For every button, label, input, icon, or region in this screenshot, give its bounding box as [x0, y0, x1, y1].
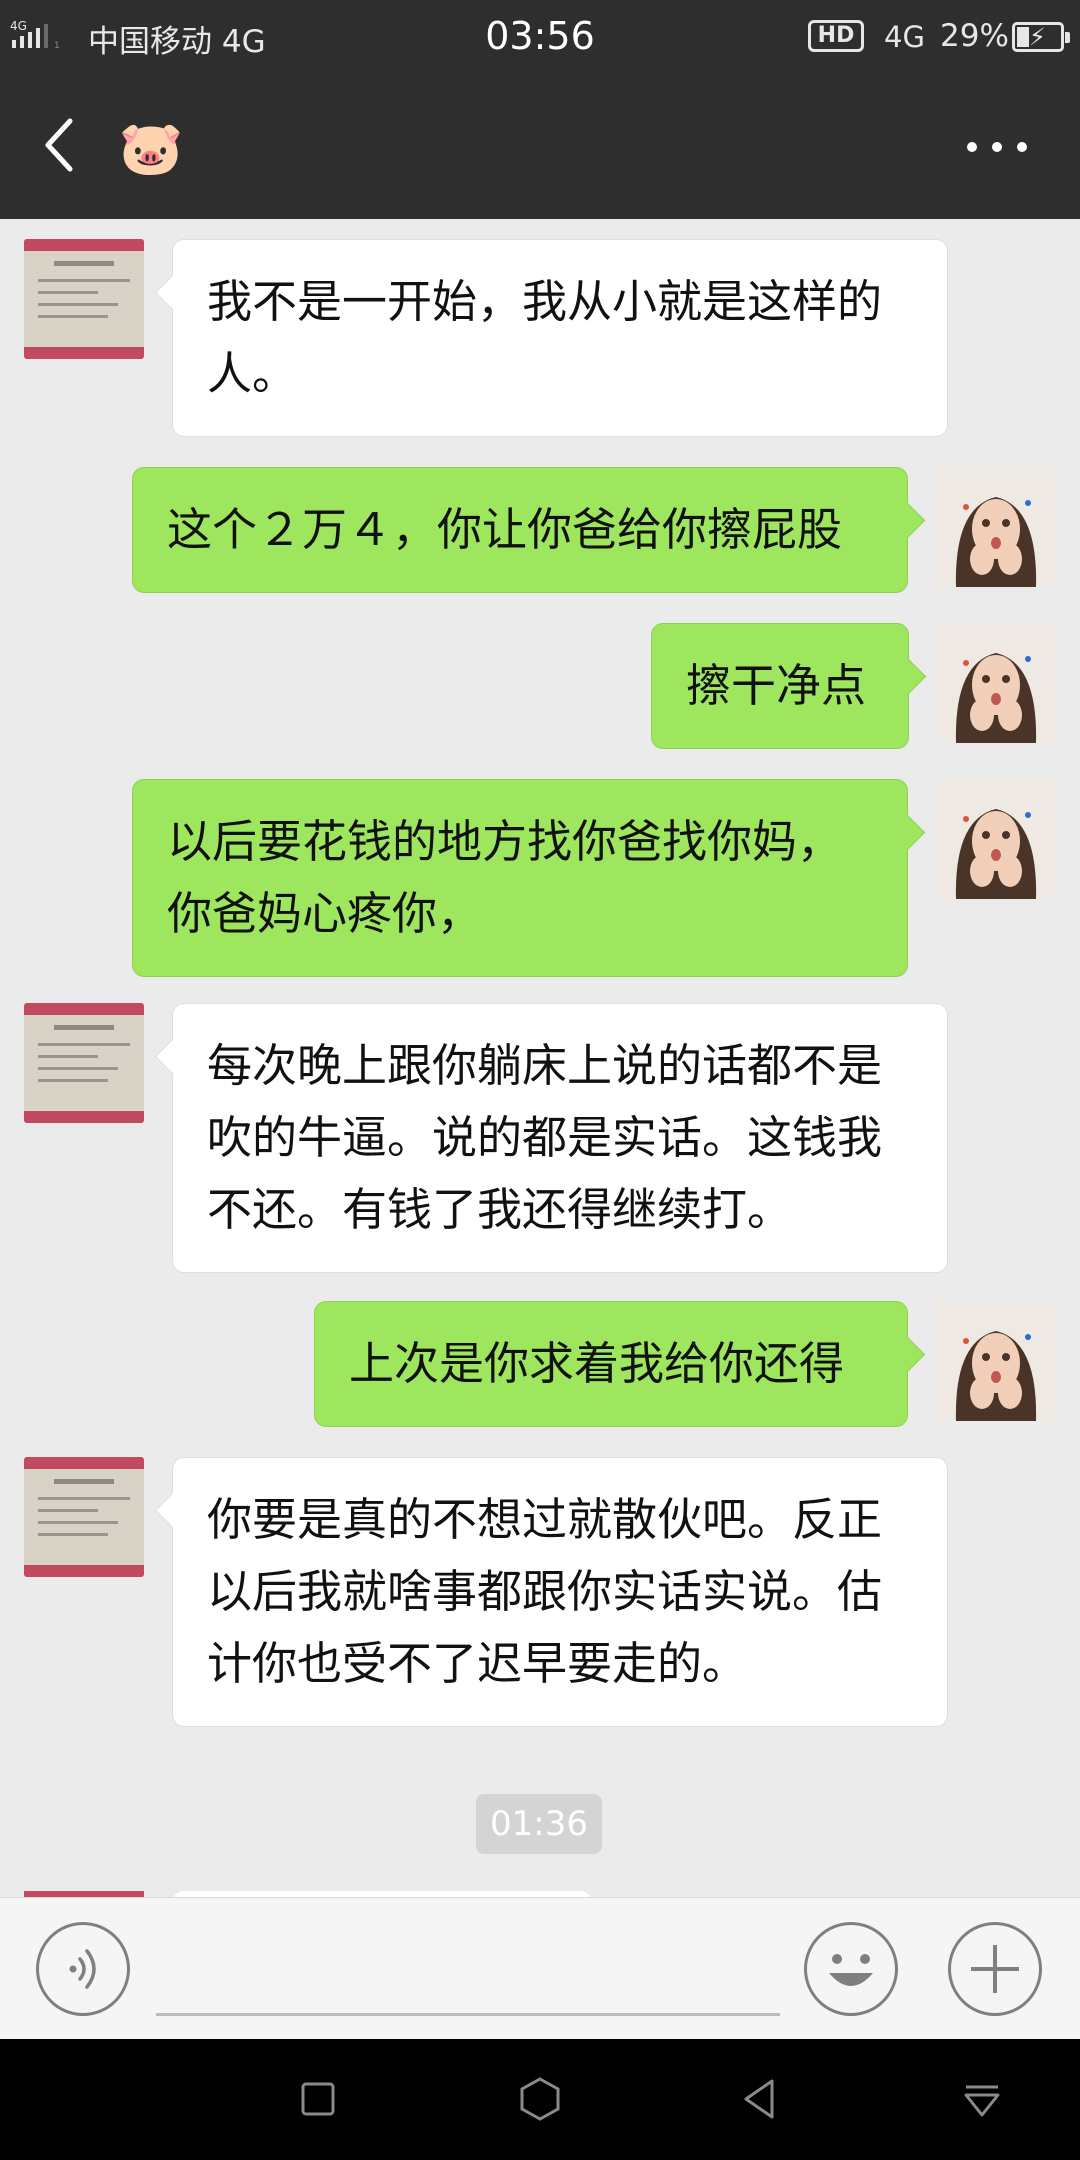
message-text: 擦干净点: [686, 659, 867, 712]
timestamp-divider: 01:36: [476, 1794, 602, 1854]
battery-icon: ⚡: [1012, 22, 1070, 52]
message-bubble-incoming[interactable]: 你要是真的不想过就散伙吧。反正以后我就啥事都跟你实话实说。估计你也受不了迟早要走…: [172, 1457, 948, 1727]
back-icon[interactable]: [730, 2069, 790, 2129]
message-bubble-outgoing[interactable]: 以后要花钱的地方找你爸找你妈，你爸妈心疼你，: [132, 779, 908, 977]
contact-avatar[interactable]: [24, 239, 144, 359]
back-arrow-icon[interactable]: [40, 115, 80, 175]
message-bubble-incoming[interactable]: 每次晚上跟你躺床上说的话都不是吹的牛逼。说的都是实话。这钱我不还。有钱了我还得继…: [172, 1003, 948, 1273]
message-input[interactable]: [156, 2013, 780, 2016]
recent-apps-icon[interactable]: [288, 2069, 348, 2129]
contact-avatar[interactable]: [24, 1457, 144, 1577]
input-bar: [0, 1897, 1080, 2039]
pull-down-icon[interactable]: [952, 2069, 1012, 2129]
hd-badge: HD: [808, 20, 864, 52]
message-bubble-outgoing[interactable]: 上次是你求着我给你还得: [314, 1301, 908, 1427]
battery-percent: 29%: [940, 18, 1009, 54]
more-options-icon[interactable]: [962, 122, 1032, 172]
voice-icon[interactable]: [36, 1922, 130, 2016]
message-text: 这个２万４，你让你爸给你擦屁股: [167, 503, 843, 556]
status-bar: 4G 1 中国移动 4G 03:56 HD 4G 29% ⚡: [0, 0, 1080, 76]
message-bubble-outgoing[interactable]: 这个２万４，你让你爸给你擦屁股: [132, 467, 908, 593]
message-bubble-outgoing[interactable]: 擦干净点: [651, 623, 909, 749]
home-icon[interactable]: [510, 2069, 570, 2129]
message-text: 你要是真的不想过就散伙吧。反正以后我就啥事都跟你实话实说。估计你也受不了迟早要走…: [207, 1493, 883, 1690]
self-avatar[interactable]: [936, 779, 1056, 899]
message-text: 上次是你求着我给你还得: [349, 1337, 845, 1390]
plus-icon[interactable]: [948, 1922, 1042, 2016]
contact-avatar[interactable]: [24, 1003, 144, 1123]
message-text: 我不是一开始，我从小就是这样的人。: [207, 275, 883, 400]
message-text: 每次晚上跟你躺床上说的话都不是吹的牛逼。说的都是实话。这钱我不还。有钱了我还得继…: [207, 1039, 883, 1236]
chat-title-emoji: 🐷: [118, 119, 184, 179]
message-bubble-incoming[interactable]: 我不是一开始，我从小就是这样的人。: [172, 239, 948, 437]
network-label: 4G: [884, 20, 925, 54]
self-avatar[interactable]: [936, 1301, 1056, 1421]
self-avatar[interactable]: [936, 623, 1056, 743]
message-text: 以后要花钱的地方找你爸找你妈，你爸妈心疼你，: [167, 815, 843, 940]
chat-area[interactable]: 我不是一开始，我从小就是这样的人。 这个２万４，你让你爸给你擦屁股 擦干净点 以…: [0, 219, 1080, 1897]
self-avatar[interactable]: [936, 467, 1056, 587]
system-nav-bar: [0, 2039, 1080, 2160]
top-bar: 4G 1 中国移动 4G 03:56 HD 4G 29% ⚡ 🐷: [0, 0, 1080, 219]
smiley-icon[interactable]: [804, 1922, 898, 2016]
